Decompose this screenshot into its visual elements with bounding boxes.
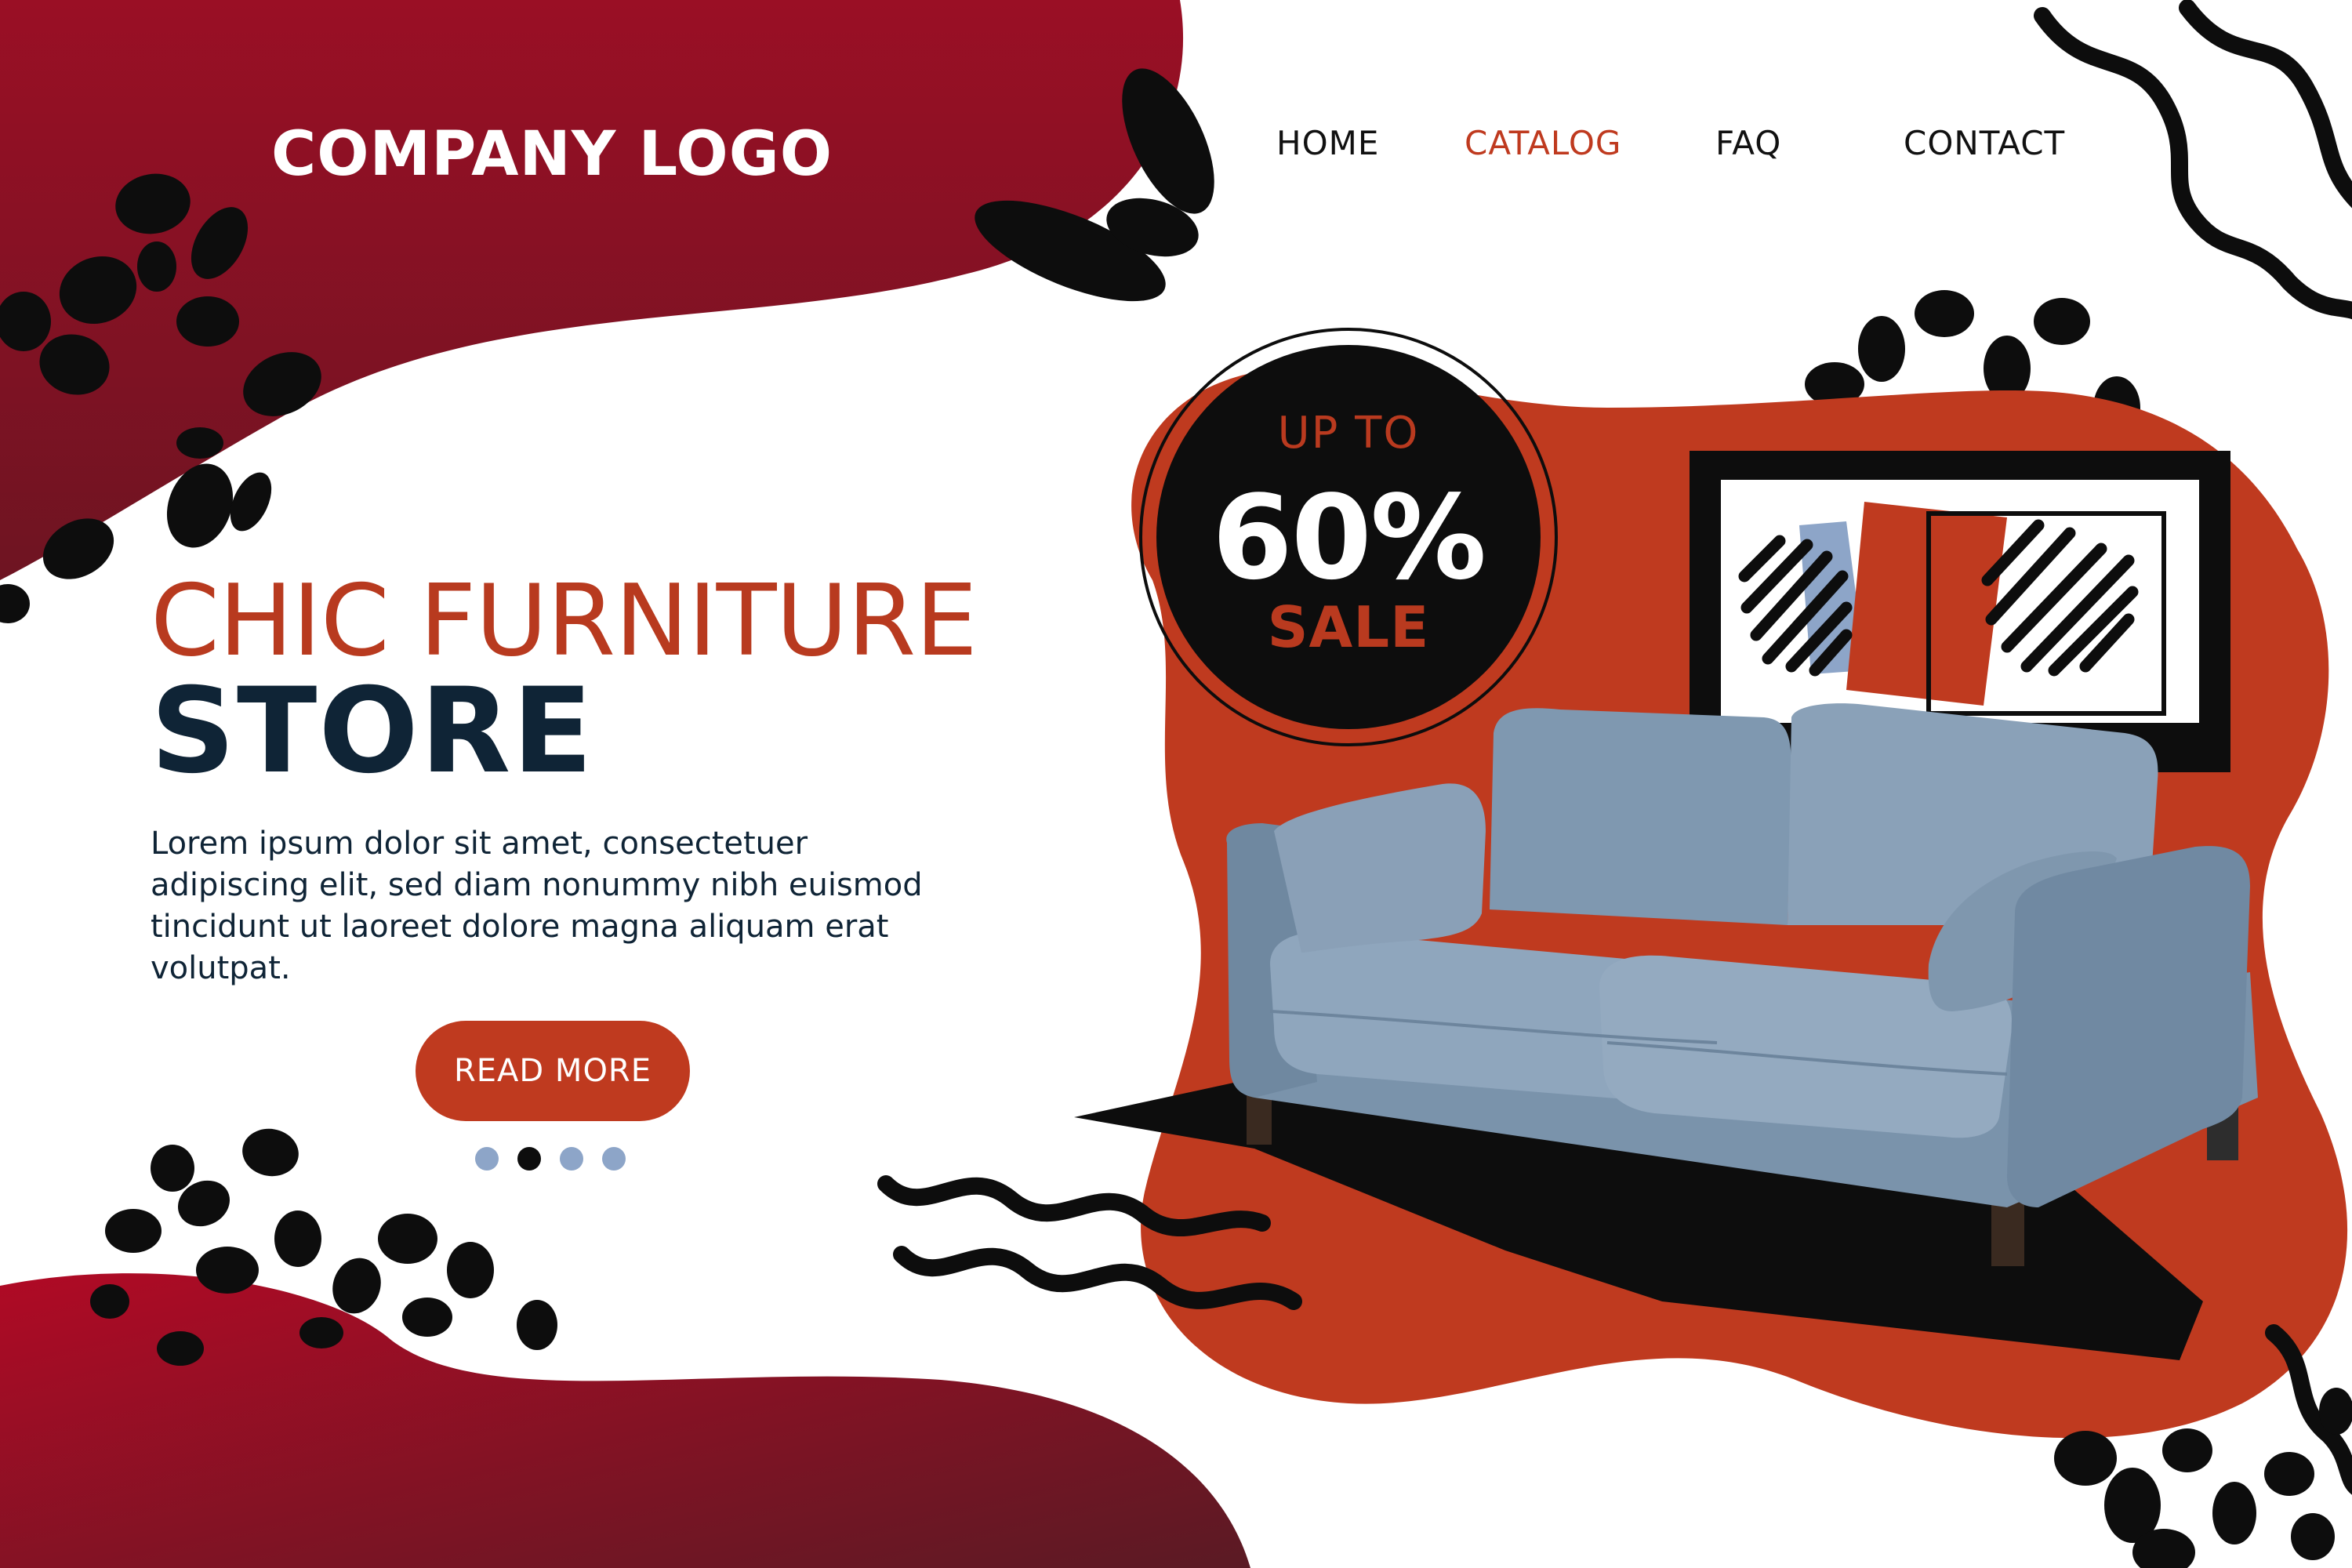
nav-catalog[interactable]: CATALOG bbox=[1465, 124, 1621, 162]
carousel-dot-4[interactable] bbox=[602, 1147, 626, 1171]
carousel-dot-3[interactable] bbox=[560, 1147, 583, 1171]
carousel-dot-2[interactable] bbox=[517, 1147, 541, 1171]
nav-contact[interactable]: CONTACT bbox=[1904, 124, 2065, 162]
carousel-dot-1[interactable] bbox=[475, 1147, 499, 1171]
nav-home[interactable]: HOME bbox=[1276, 124, 1379, 162]
hero-description: Lorem ipsum dolor sit amet, consectetuer… bbox=[151, 826, 923, 986]
sale-badge-label: SALE bbox=[1267, 594, 1430, 660]
company-logo[interactable]: COMPANY LOGO bbox=[271, 119, 833, 190]
sale-badge-percent: 60% bbox=[1211, 470, 1486, 605]
hero-title-line2: STORE bbox=[151, 663, 594, 800]
squiggles-top-right bbox=[2034, 0, 2352, 320]
read-more-button[interactable]: READ MORE bbox=[416, 1021, 690, 1121]
sale-badge-upto: UP TO bbox=[1277, 408, 1420, 459]
nav-faq[interactable]: FAQ bbox=[1715, 124, 1781, 162]
landing-page: COMPANY LOGO HOME CATALOG FAQ CONTACT CH… bbox=[0, 0, 2352, 1568]
bottom-red-blob bbox=[0, 1273, 1250, 1568]
hero-title-line1: CHIC FURNITURE bbox=[151, 563, 978, 678]
